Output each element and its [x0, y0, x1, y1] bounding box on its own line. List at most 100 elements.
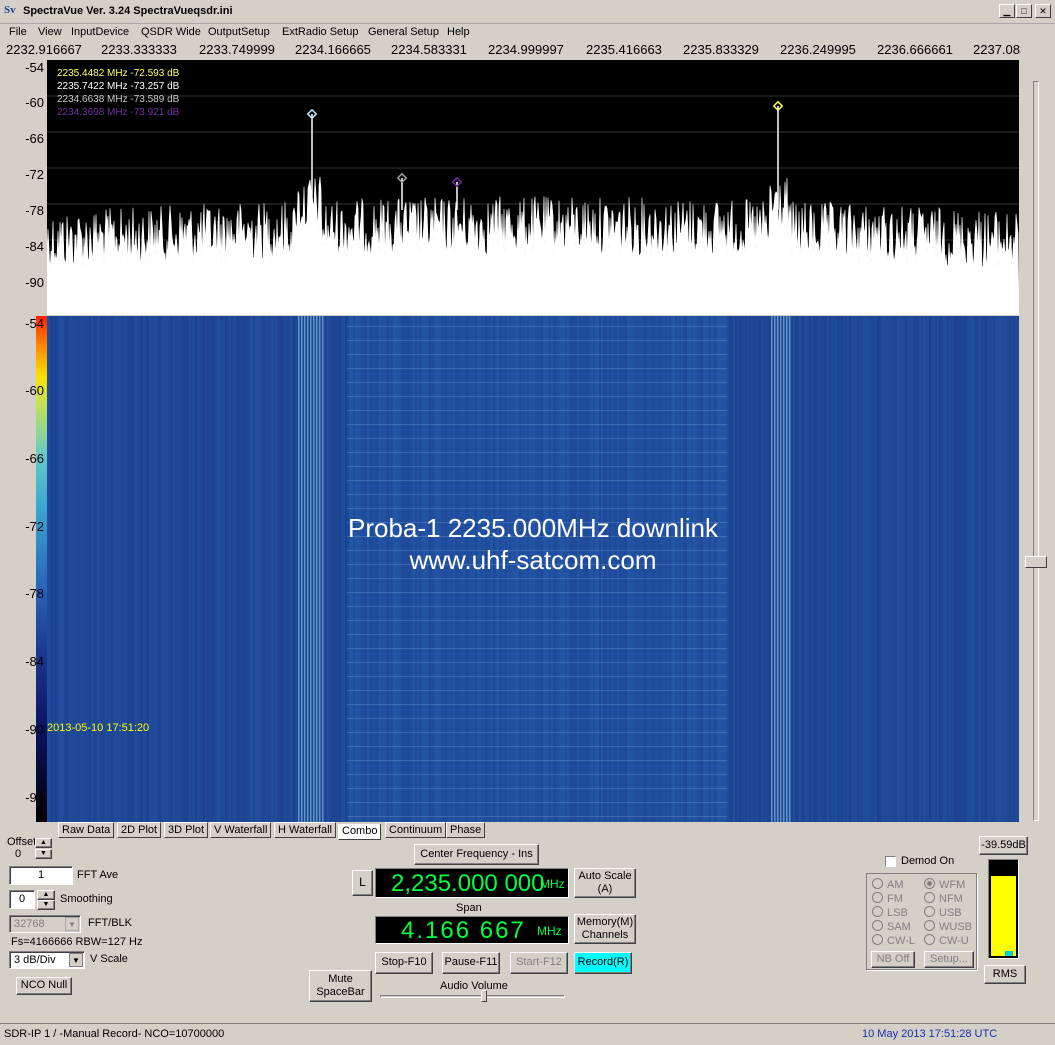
radio-fm[interactable]: FM: [872, 892, 903, 905]
waterfall-row-line: [347, 788, 727, 789]
audio-volume-thumb[interactable]: [481, 990, 487, 1002]
tab-raw-data[interactable]: Raw Data: [58, 822, 115, 838]
rms-button[interactable]: RMS: [984, 965, 1026, 984]
mute-button[interactable]: Mute SpaceBar: [309, 970, 372, 1002]
spectrum-noise-trace: [47, 176, 1019, 315]
fft-ave-input[interactable]: 1: [9, 866, 73, 885]
waterfall-row-line: [347, 648, 727, 649]
center-frequency-display[interactable]: 2,235.000 000 MHz: [375, 868, 569, 898]
pause-button[interactable]: Pause-F11: [442, 952, 500, 974]
menu-extradio-setup[interactable]: ExtRadio Setup: [282, 26, 358, 38]
tab-v-waterfall[interactable]: V Waterfall: [210, 822, 272, 838]
waterfall-row-line: [347, 802, 727, 803]
radio-nfm[interactable]: NFM: [924, 892, 963, 905]
nco-null-button[interactable]: NCO Null: [16, 977, 72, 995]
center-frequency-button[interactable]: Center Frequency - Ins: [414, 844, 539, 865]
radio-lsb-label: LSB: [887, 907, 908, 919]
menu-inputdevice[interactable]: InputDevice: [71, 26, 129, 38]
radio-lsb[interactable]: LSB: [872, 906, 908, 919]
tab-combo[interactable]: Combo: [338, 824, 382, 840]
radio-cw-u[interactable]: CW-U: [924, 934, 969, 947]
nb-off-button[interactable]: NB Off: [871, 951, 915, 968]
radio-cw-u-label: CW-U: [939, 935, 969, 947]
waterfall-display[interactable]: Proba-1 2235.000MHz downlink www.uhf-sat…: [47, 316, 1019, 822]
record-button[interactable]: Record(R): [574, 952, 632, 974]
menu-help[interactable]: Help: [447, 26, 470, 38]
auto-scale-button[interactable]: Auto Scale (A): [574, 868, 636, 898]
radio-wfm[interactable]: WFM: [924, 878, 965, 891]
fft-blk-select[interactable]: 32768 ▼: [9, 915, 81, 933]
stop-button[interactable]: Stop-F10: [375, 952, 433, 974]
waterfall-row-line: [347, 452, 727, 453]
start-button[interactable]: Start-F12: [510, 952, 568, 974]
waterfall-caption-line2: www.uhf-satcom.com: [409, 545, 657, 575]
fft-blk-value: 32768: [14, 918, 45, 930]
radio-nfm-label: NFM: [939, 893, 963, 905]
offset-down-button[interactable]: ▼: [35, 849, 52, 859]
waterfall-row-line: [347, 438, 727, 439]
spectravue-window: Sv SpectraVue Ver. 3.24 SpectraVueqsdr.i…: [0, 0, 1055, 1045]
center-frequency-value: 2,235.000 000: [391, 870, 545, 897]
reference-level-slider[interactable]: [1021, 41, 1051, 823]
window-title: SpectraVue Ver. 3.24 SpectraVueqsdr.ini: [23, 5, 233, 17]
freq-tick: 2236.249995: [780, 42, 856, 57]
offset-up-button[interactable]: ▲: [35, 838, 52, 848]
signal-level-marker: [1005, 951, 1013, 956]
maximize-button[interactable]: □: [1016, 4, 1032, 18]
radio-dot: [924, 934, 935, 945]
radio-dot: [924, 892, 935, 903]
freq-tick: 2234.166665: [295, 42, 371, 57]
waterfall-row-line: [347, 396, 727, 397]
fs-rbw-info: Fs=4166666 RBW=127 Hz: [11, 936, 143, 948]
radio-sam[interactable]: SAM: [872, 920, 911, 933]
smoothing-input[interactable]: 0: [9, 890, 35, 909]
radio-wusb[interactable]: WUSB: [924, 920, 972, 933]
waterfall-row-line: [347, 340, 727, 341]
meter-value-button[interactable]: -39.59dB: [979, 836, 1028, 855]
memory-channels-button[interactable]: Memory(M) Channels: [574, 914, 636, 944]
waterfall-row-line: [347, 354, 727, 355]
smoothing-down-button[interactable]: ▼: [37, 900, 55, 910]
peak-readout-3: 2234.6638 MHz -73.589 dB: [57, 94, 180, 105]
radio-cw-l[interactable]: CW-L: [872, 934, 915, 947]
span-value: 4.166 667: [401, 917, 526, 944]
arrow-down-icon: ▼: [40, 850, 47, 857]
menu-file[interactable]: File: [9, 26, 27, 38]
spectrum-plot[interactable]: 2235.4482 MHz -72.593 dB 2235.7422 MHz -…: [47, 60, 1019, 315]
waterfall-row-line: [347, 606, 727, 607]
waterfall-row-line: [347, 732, 727, 733]
radio-sam-label: SAM: [887, 921, 911, 933]
spectrum-y-tick: -90: [25, 275, 44, 290]
tab-phase[interactable]: Phase: [446, 822, 486, 838]
tab-2d-plot[interactable]: 2D Plot: [117, 822, 162, 838]
demod-on-checkbox[interactable]: [885, 856, 896, 867]
freq-tick: 2233.749999: [199, 42, 275, 57]
radio-dot: [872, 878, 883, 889]
audio-volume-track[interactable]: [380, 995, 565, 998]
demod-setup-button[interactable]: Setup...: [924, 951, 974, 968]
waterfall-row-line: [347, 424, 727, 425]
tab-3d-plot[interactable]: 3D Plot: [164, 822, 209, 838]
radio-usb[interactable]: USB: [924, 906, 962, 919]
waterfall-row-line: [347, 760, 727, 761]
menu-outputsetup[interactable]: OutputSetup: [208, 26, 270, 38]
slider-thumb[interactable]: [1025, 556, 1047, 568]
tab-h-waterfall[interactable]: H Waterfall: [274, 822, 336, 838]
smoothing-up-button[interactable]: ▲: [37, 890, 55, 900]
menu-general-setup[interactable]: General Setup: [368, 26, 439, 38]
radio-am[interactable]: AM: [872, 878, 904, 891]
waterfall-row-line: [347, 662, 727, 663]
span-display[interactable]: 4.166 667 MHz: [375, 916, 569, 944]
chevron-down-icon: ▼: [65, 917, 79, 931]
title-bar[interactable]: Sv SpectraVue Ver. 3.24 SpectraVueqsdr.i…: [0, 0, 1055, 24]
tab-continuum[interactable]: Continuum: [385, 822, 447, 838]
menu-bar: File View InputDevice QSDR Wide OutputSe…: [0, 24, 1055, 41]
peak-readout-1: 2235.4482 MHz -72.593 dB: [57, 68, 180, 79]
minimize-button[interactable]: ▁: [999, 4, 1015, 18]
menu-view[interactable]: View: [38, 26, 62, 38]
status-left: SDR-IP 1 / -Manual Record- NCO=10700000: [4, 1028, 225, 1040]
menu-qsdr-wide[interactable]: QSDR Wide: [141, 26, 201, 38]
lock-l-button[interactable]: L: [352, 870, 373, 896]
vscale-select[interactable]: 3 dB/Div ▼: [9, 951, 85, 969]
close-button[interactable]: ✕: [1035, 4, 1051, 18]
